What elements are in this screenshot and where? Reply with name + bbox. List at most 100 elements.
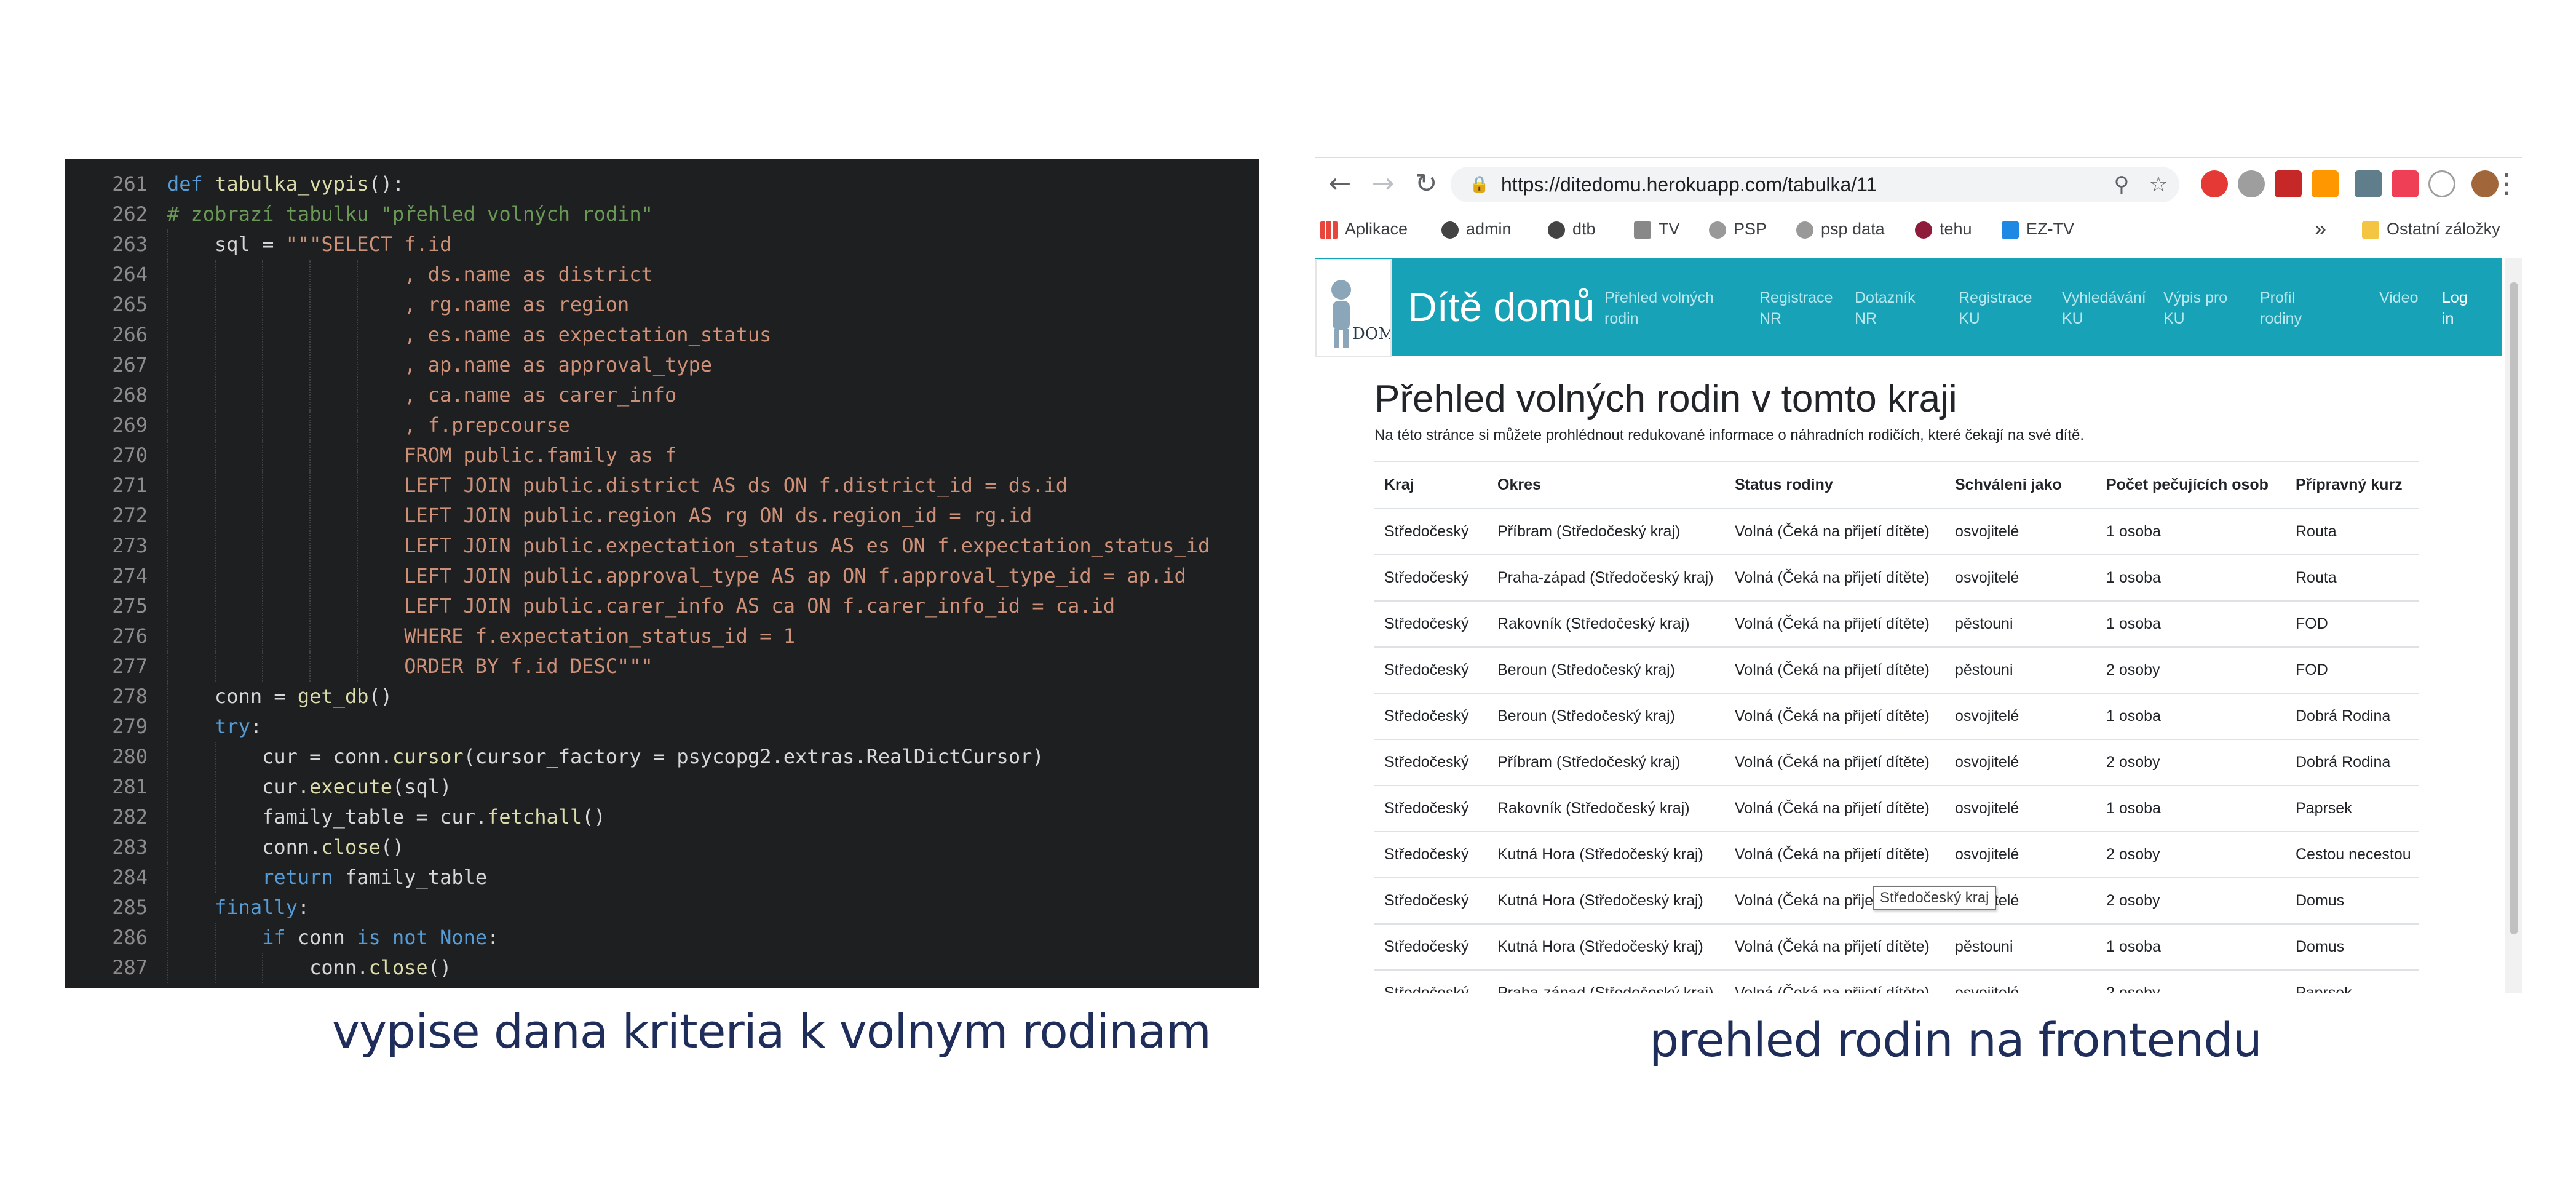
nav-vypis-ku[interactable]: Výpis pro KU [2163, 287, 2237, 329]
code-line: 285 finally: [65, 893, 1259, 923]
indent-guide [309, 621, 311, 651]
bookmark-apps[interactable]: Aplikace [1320, 211, 1408, 247]
indent-guide [357, 320, 359, 350]
code-line: 287 conn.close() [65, 953, 1259, 983]
circle-extension-icon[interactable] [2428, 170, 2455, 197]
table-cell: osvojitelé [1945, 693, 2096, 739]
back-icon[interactable]: ← [1322, 165, 1358, 202]
site-brand[interactable]: Dítě domů [1408, 258, 1595, 356]
pen-icon[interactable] [2355, 170, 2382, 197]
nav-video[interactable]: Video [2379, 287, 2428, 308]
indent-guide [167, 651, 168, 682]
bookmark-psp[interactable]: PSP [1709, 211, 1767, 247]
indent-guide [262, 380, 264, 410]
line-number: 283 [112, 835, 148, 859]
indent-guide [167, 561, 168, 591]
code-token: cur = conn. [262, 745, 392, 768]
pocket-icon[interactable] [2392, 170, 2419, 197]
browser-toolbar: ← → ↻ 🔒 https://ditedomu.herokuapp.com/t… [1315, 158, 2522, 211]
table-cell: 2 osoby [2096, 739, 2286, 785]
nav-registrace-nr[interactable]: Registrace NR [1759, 287, 1833, 329]
code-line: 270 FROM public.family as f [65, 440, 1259, 471]
indent-guide [215, 862, 216, 893]
code-token: sql = [215, 233, 286, 256]
code-token: : [250, 715, 263, 738]
indent-guide [262, 471, 264, 501]
bookmark-tv[interactable]: TV [1634, 211, 1680, 247]
indent-guide [357, 651, 359, 682]
column-header[interactable]: Okres [1488, 461, 1725, 509]
forward-icon[interactable]: → [1365, 165, 1401, 202]
page-scrollbar[interactable] [2505, 258, 2522, 993]
table-cell: osvojitelé [1945, 554, 2096, 601]
address-bar[interactable]: 🔒 https://ditedomu.herokuapp.com/tabulka… [1451, 167, 2179, 202]
site-logo[interactable]: DOMŮ [1315, 259, 1408, 357]
indent-guide [167, 832, 168, 862]
code-token: conn. [309, 956, 369, 979]
indent-guide [262, 350, 264, 380]
indent-guide [309, 531, 311, 561]
code-text: try: [215, 712, 262, 742]
indent-guide [215, 350, 216, 380]
column-header[interactable]: Přípravný kurz [2286, 461, 2419, 509]
nav-profil-rodiny[interactable]: Profil rodiny [2260, 287, 2321, 329]
nav-dotaznik-nr[interactable]: Dotazník NR [1855, 287, 1922, 329]
code-text: , rg.name as region [404, 290, 629, 320]
code-line: 278 conn = get_db() [65, 682, 1259, 712]
column-header[interactable]: Schváleni jako [1945, 461, 2096, 509]
table-cell: Středočeský [1374, 693, 1488, 739]
bookmark-tehu[interactable]: tehu [1915, 211, 1972, 247]
indent-guide [215, 260, 216, 290]
code-text: LEFT JOIN public.expectation_status AS e… [404, 531, 1210, 561]
indent-guide [357, 471, 359, 501]
code-text: conn.close() [262, 832, 404, 862]
nav-prehled[interactable]: Přehled volných rodin [1604, 287, 1715, 329]
column-header[interactable]: Kraj [1374, 461, 1488, 509]
bookmark-dtb[interactable]: dtb [1548, 211, 1596, 247]
cloud-icon[interactable] [2238, 170, 2265, 197]
table-cell: Příbram (Středočeský kraj) [1488, 739, 1725, 785]
table-cell: 2 osoby [2096, 969, 2286, 993]
nav-vyhledavani-ku[interactable]: Vyhledávání KU [2062, 287, 2154, 329]
code-token: LEFT JOIN public.district AS ds ON f.dis… [404, 474, 1068, 497]
bookmark-psp-data[interactable]: psp data [1796, 211, 1885, 247]
indent-guide [262, 953, 264, 983]
menu-dots-icon[interactable]: ⋮ [2493, 165, 2520, 202]
nav-log-in[interactable]: Log in [2442, 287, 2479, 329]
adblock-icon[interactable] [2201, 170, 2228, 197]
indent-guide [215, 953, 216, 983]
indent-guide [215, 290, 216, 320]
bookmark-other[interactable]: Ostatní záložky [2362, 211, 2500, 247]
bookmarks-overflow[interactable]: » [2315, 211, 2326, 247]
bookmark-admin[interactable]: admin [1441, 211, 1512, 247]
code-text: conn.close() [309, 953, 451, 983]
indent-guide [215, 380, 216, 410]
code-token: , f.prepcourse [404, 413, 570, 437]
scroll-thumb[interactable] [2510, 282, 2518, 934]
indent-guide [167, 591, 168, 621]
url-text: https://ditedomu.herokuapp.com/tabulka/1… [1501, 173, 1877, 196]
column-header[interactable]: Počet pečujících osob [2096, 461, 2286, 509]
bookmark-ez-tv[interactable]: EZ-TV [2002, 211, 2074, 247]
table-cell: Paprsek [2286, 785, 2419, 832]
indent-guide [309, 561, 311, 591]
indent-guide [167, 893, 168, 923]
indent-guide [215, 320, 216, 350]
nav-registrace-ku[interactable]: Registrace KU [1959, 287, 2032, 329]
code-line: 281 cur.execute(sql) [65, 772, 1259, 802]
zoom-icon[interactable]: ⚲ [2109, 172, 2134, 197]
table-cell: Středočeský [1374, 969, 1488, 993]
code-editor[interactable]: 261 def tabulka_vypis(): 262 # zobrazí tabu… [65, 159, 1259, 988]
reload-icon[interactable]: ↻ [1408, 165, 1445, 202]
column-header[interactable]: Status rodiny [1725, 461, 1945, 509]
table-cell: FOD [2286, 600, 2419, 647]
indent-guide [309, 350, 311, 380]
table-cell: 1 osoba [2096, 600, 2286, 647]
table-cell: Rakovník (Středočeský kraj) [1488, 600, 1725, 647]
b-extension-icon[interactable] [2312, 170, 2339, 197]
star-icon[interactable]: ☆ [2146, 172, 2171, 197]
code-text: cur.execute(sql) [262, 772, 451, 802]
table-row: Středočeský Beroun (Středočeský kraj) Voln… [1374, 693, 2419, 739]
table-cell: osvojitelé [1945, 508, 2096, 555]
pdf-icon[interactable] [2275, 170, 2302, 197]
